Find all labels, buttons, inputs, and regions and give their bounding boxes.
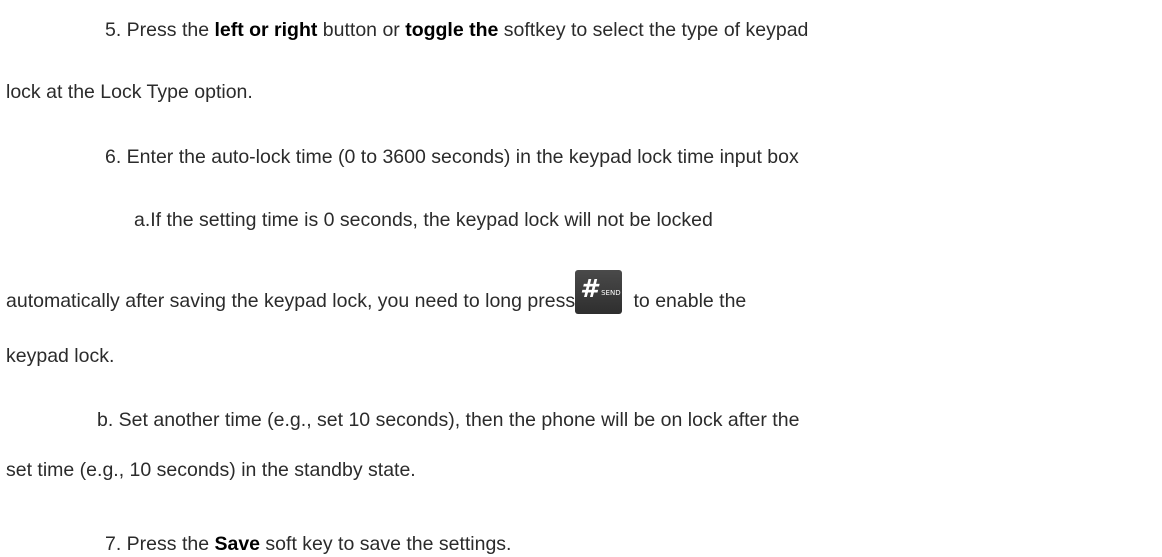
step5-mid: button or: [317, 19, 406, 41]
step7-line: 7. Press the Save soft key to save the s…: [105, 532, 511, 556]
step6a-line2: automatically after saving the keypad lo…: [6, 270, 747, 324]
step5-suffix: softkey to select the type of keypad: [498, 19, 809, 41]
step5-prefix: 5. Press the: [105, 19, 215, 41]
step5-bold-toggle: toggle the: [405, 19, 499, 41]
step6b-line1: b. Set another time (e.g., set 10 second…: [97, 409, 800, 431]
step7-suffix: soft key to save the settings.: [260, 533, 512, 555]
step6a-before-key: automatically after saving the keypad lo…: [6, 290, 576, 313]
step6a-line3: keypad lock.: [6, 345, 115, 367]
step6b-line2: set time (e.g., 10 seconds) in the stand…: [6, 459, 416, 481]
hash-send-key-icon: # SEND: [575, 270, 623, 314]
step6a-after-key: to enable the: [628, 290, 747, 313]
step7-bold-save: Save: [214, 533, 261, 555]
step6a-line1: a.If the setting time is 0 seconds, the …: [134, 209, 713, 231]
key-send-label: SEND: [601, 289, 621, 297]
step7-prefix: 7. Press the: [105, 533, 215, 555]
step5-bold-left-right: left or right: [214, 19, 318, 41]
key-hash-symbol: #: [580, 274, 598, 303]
step5-line1: 5. Press the left or right button or tog…: [105, 18, 808, 42]
step6-line: 6. Enter the auto-lock time (0 to 3600 s…: [105, 146, 799, 168]
step5-line2: lock at the Lock Type option.: [6, 81, 253, 103]
